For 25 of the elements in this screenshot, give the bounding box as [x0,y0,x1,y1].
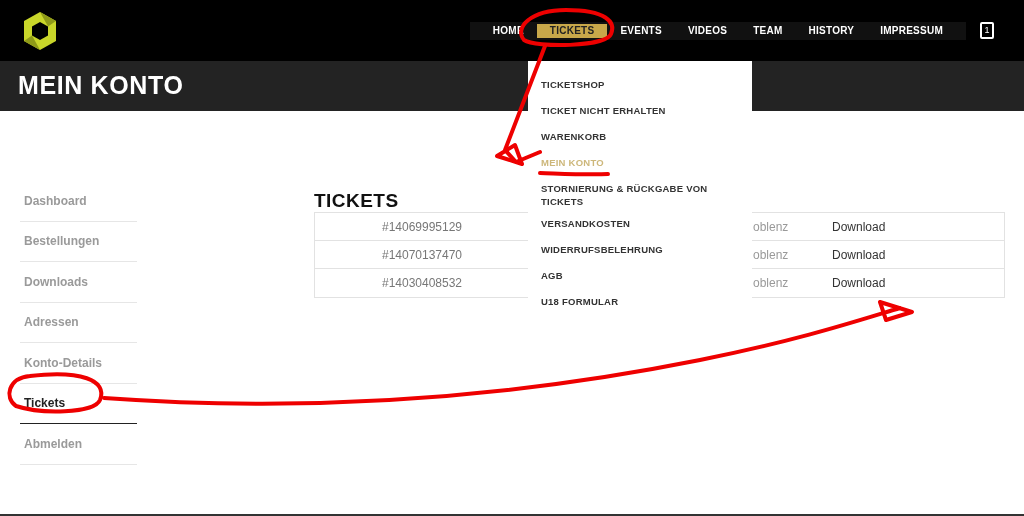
nav-link[interactable]: IMPRESSUM [867,23,956,38]
cart-button[interactable]: 1 [980,22,994,39]
download-link[interactable]: Download [832,274,886,292]
menu-item[interactable]: VERSANDKOSTEN [541,217,739,234]
download-link[interactable]: Download [832,217,886,236]
ticket-number: #14069995129 [380,218,464,236]
sidebar-item[interactable]: Tickets [20,383,137,424]
nav-link[interactable]: TEAM [740,23,796,38]
menu-item[interactable]: TICKET NICHT ERHALTEN [541,104,739,121]
nav-link[interactable]: VIDEOS [674,23,741,38]
ticket-number: #14070137470 [380,246,464,264]
section-title: TICKETS [314,191,399,210]
menu-item[interactable]: WARENKORB [541,130,739,147]
nav-link[interactable]: EVENTS [607,23,675,38]
menu-item[interactable]: STORNIERUNG & RÜCKGABE VON TICKETS [541,182,739,208]
menu-item[interactable]: WIDERRUFSBELEHRUNG [541,243,739,260]
download-link[interactable]: Download [832,245,886,264]
nav-link[interactable]: TICKETS [536,23,608,38]
nav-link[interactable]: HISTORY [795,23,868,38]
menu-item[interactable]: U18 FORMULAR [541,295,739,312]
ticket-number: #14030408532 [380,275,464,292]
logo-icon[interactable] [22,10,58,51]
page-title: MEIN KONTO [18,70,184,102]
menu-item[interactable]: AGB [541,269,739,286]
menu-item[interactable]: TICKETSHOP [541,78,739,95]
